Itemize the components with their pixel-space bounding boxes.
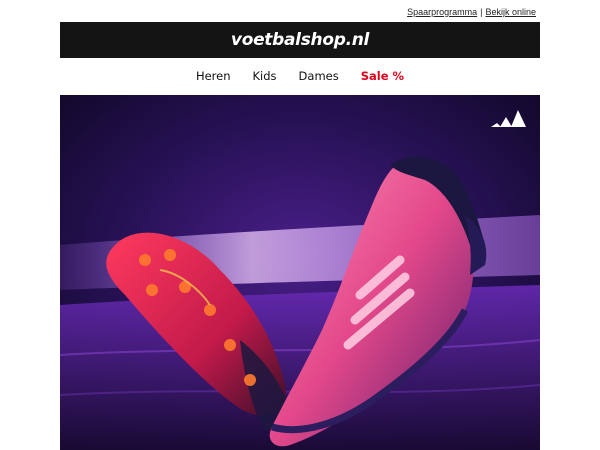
nav-item-kids[interactable]: Kids: [253, 69, 277, 83]
adidas-logo-icon: [491, 110, 526, 127]
football-boots-image: [60, 95, 540, 450]
separator: |: [480, 7, 483, 17]
nav-item-sale[interactable]: Sale %: [361, 69, 404, 83]
brand-header: voetbalshop.nl: [60, 22, 540, 58]
nav-item-heren[interactable]: Heren: [196, 69, 231, 83]
hero-banner[interactable]: [60, 95, 540, 450]
view-online-link[interactable]: Bekijk online: [485, 7, 536, 17]
top-links: Spaarprogramma | Bekijk online: [407, 7, 536, 17]
brand-logo[interactable]: voetbalshop.nl: [231, 30, 369, 50]
spaarprogramma-link[interactable]: Spaarprogramma: [407, 7, 477, 17]
main-nav: Heren Kids Dames Sale %: [60, 58, 540, 94]
nav-item-dames[interactable]: Dames: [299, 69, 339, 83]
